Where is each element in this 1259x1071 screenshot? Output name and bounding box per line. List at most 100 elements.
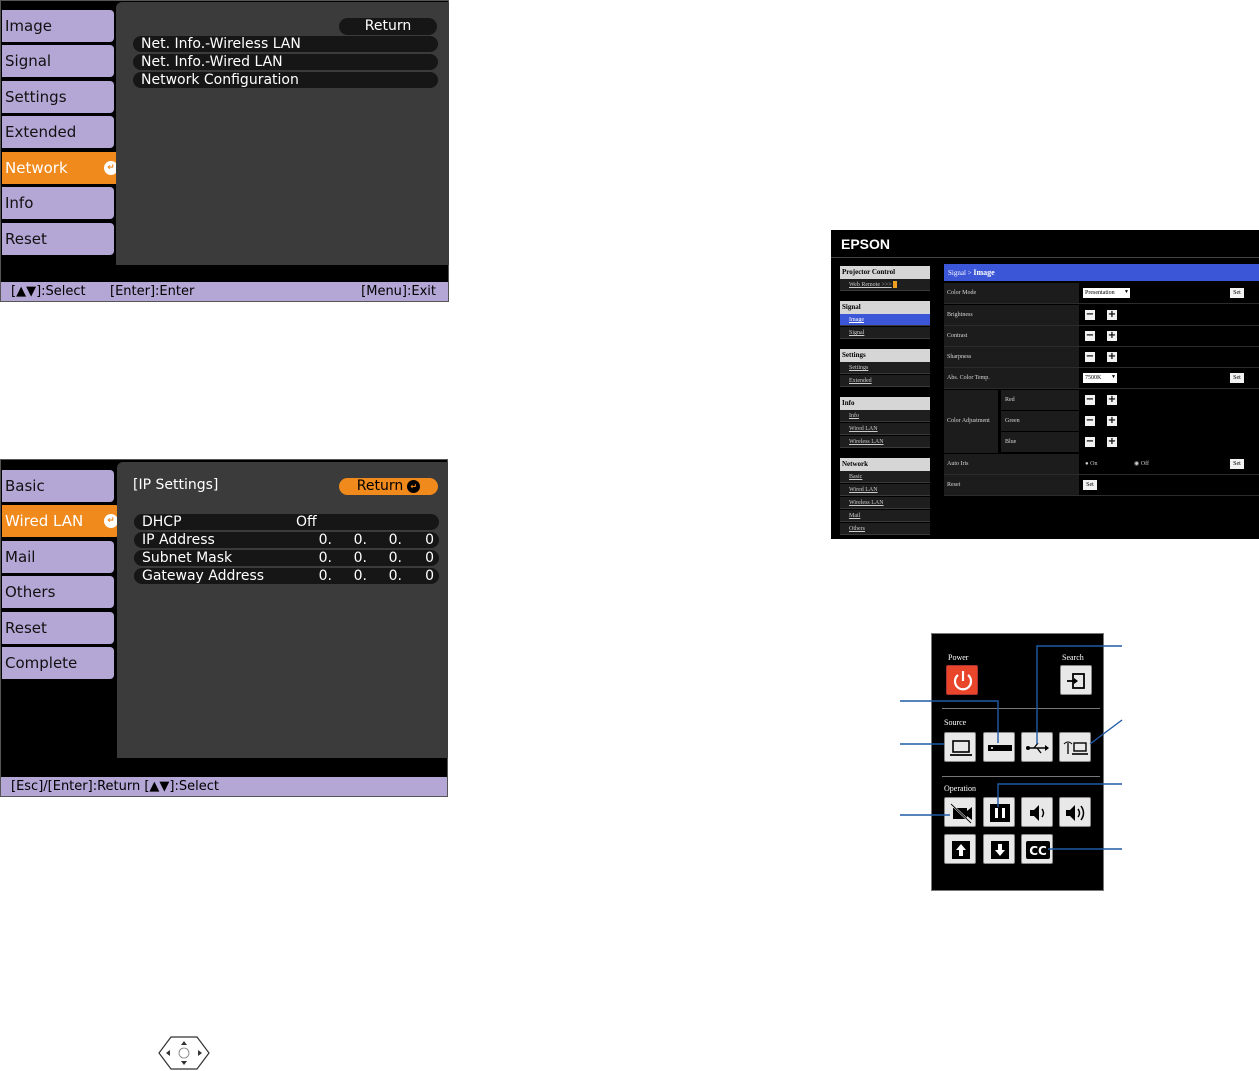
color-temp-label: Abs. Color Temp. bbox=[944, 368, 1079, 388]
page-title: Image bbox=[973, 268, 995, 277]
color-temp-select[interactable]: 7500K ▼ bbox=[1083, 373, 1117, 383]
sharpness-minus-button[interactable]: − bbox=[1085, 352, 1095, 362]
tab-signal[interactable]: Signal bbox=[2, 45, 114, 77]
menu-item-wired-info[interactable]: Net. Info.-Wired LAN bbox=[133, 54, 438, 70]
sidebar-item-wired-lan[interactable]: Wired LAN bbox=[840, 484, 930, 496]
ip-octet-3: 0. bbox=[388, 532, 402, 548]
brightness-minus-button[interactable]: − bbox=[1085, 310, 1095, 320]
sidebar-item-extended[interactable]: Extended bbox=[840, 375, 930, 387]
brightness-plus-button[interactable]: + bbox=[1107, 310, 1117, 320]
chevron-down-icon: ▼ bbox=[1111, 375, 1116, 380]
row-color-mode: Color Mode Presentation ▼ Set bbox=[944, 283, 1259, 304]
green-label: Green bbox=[1001, 411, 1079, 431]
tab-extended[interactable]: Extended bbox=[2, 116, 114, 148]
contrast-minus-button[interactable]: − bbox=[1085, 331, 1095, 341]
color-mode-select[interactable]: Presentation ▼ bbox=[1083, 288, 1130, 298]
ip-octet-4: 0 bbox=[425, 532, 434, 548]
menu-item-network-config[interactable]: Network Configuration bbox=[133, 72, 438, 88]
chevron-down-icon: ▼ bbox=[1124, 290, 1129, 295]
footer-enter-hint: [Enter]:Enter bbox=[110, 284, 195, 299]
ip-settings-menu: Basic Wired LAN ↵ Mail Others Reset Compl… bbox=[0, 459, 448, 797]
sidebar-item-others[interactable]: Others bbox=[840, 523, 930, 535]
color-mode-set-button[interactable]: Set bbox=[1230, 288, 1244, 298]
subnet-mask-label: Subnet Mask bbox=[142, 550, 233, 566]
breadcrumb: Signal > bbox=[948, 269, 972, 277]
gateway-row[interactable]: Gateway Address 0. 0. 0. 0 bbox=[134, 568, 439, 584]
web-control-page: EPSON Projector Control Web Remote >>> S… bbox=[831, 230, 1259, 539]
menu-item-wireless-info[interactable]: Net. Info.-Wireless LAN bbox=[133, 36, 438, 52]
tab-network-label: Network bbox=[5, 159, 68, 177]
row-reset: Reset Set bbox=[944, 475, 1259, 496]
auto-iris-off-radio[interactable]: ◉ Off bbox=[1134, 459, 1149, 469]
brightness-label: Brightness bbox=[944, 305, 1079, 325]
tab-wired-lan[interactable]: Wired LAN ↵ bbox=[2, 505, 122, 537]
network-menu: Image Signal Settings Extended Network ↵ … bbox=[0, 0, 449, 302]
sidebar-item-basic[interactable]: Basic bbox=[840, 471, 930, 483]
red-label: Red bbox=[1001, 390, 1079, 410]
footer-return-hint: [Esc]/[Enter]:Return [▲▼]:Select bbox=[11, 779, 219, 794]
row-contrast: Contrast − + bbox=[944, 326, 1259, 347]
sidebar-heading-projector-control: Projector Control bbox=[840, 266, 930, 279]
return-button[interactable]: Return bbox=[339, 18, 437, 35]
sidebar-item-info-wired-lan[interactable]: Wired LAN bbox=[840, 423, 930, 435]
red-minus-button[interactable]: − bbox=[1085, 395, 1095, 405]
tab-reset[interactable]: Reset bbox=[2, 223, 114, 255]
sidebar-item-info[interactable]: Info bbox=[840, 410, 930, 422]
ip-menu-footer: [Esc]/[Enter]:Return [▲▼]:Select bbox=[1, 777, 447, 796]
return-label: Return bbox=[356, 478, 404, 494]
blue-plus-button[interactable]: + bbox=[1107, 437, 1117, 447]
reset-label: Reset bbox=[944, 475, 1079, 495]
page-header: Signal > Image bbox=[944, 264, 1259, 281]
color-temp-set-button[interactable]: Set bbox=[1230, 373, 1244, 383]
subnet-mask-row[interactable]: Subnet Mask 0. 0. 0. 0 bbox=[134, 550, 439, 566]
tab-complete[interactable]: Complete bbox=[2, 647, 114, 679]
footer-select-hint: [▲▼]:Select bbox=[11, 284, 86, 299]
contrast-plus-button[interactable]: + bbox=[1107, 331, 1117, 341]
sharpness-plus-button[interactable]: + bbox=[1107, 352, 1117, 362]
auto-iris-on-label: On bbox=[1090, 461, 1098, 467]
sidebar-heading-settings: Settings bbox=[840, 349, 930, 362]
tab-image[interactable]: Image bbox=[2, 10, 114, 42]
sidebar-heading-signal: Signal bbox=[840, 301, 930, 314]
reset-set-button[interactable]: Set bbox=[1083, 480, 1097, 490]
tab-mail[interactable]: Mail bbox=[2, 541, 114, 573]
sidebar-item-signal[interactable]: Signal bbox=[840, 327, 930, 339]
tab-info[interactable]: Info bbox=[2, 187, 114, 219]
ip-address-label: IP Address bbox=[142, 532, 215, 548]
tab-basic[interactable]: Basic bbox=[2, 470, 114, 502]
red-plus-button[interactable]: + bbox=[1107, 395, 1117, 405]
sidebar-item-mail[interactable]: Mail bbox=[840, 510, 930, 522]
sidebar-item-web-remote[interactable]: Web Remote >>> bbox=[840, 279, 930, 291]
sidebar-item-settings[interactable]: Settings bbox=[840, 362, 930, 374]
dhcp-value: Off bbox=[296, 514, 317, 530]
tab-settings[interactable]: Settings bbox=[2, 81, 114, 113]
green-plus-button[interactable]: + bbox=[1107, 416, 1117, 426]
network-menu-panel: Return Net. Info.-Wireless LAN Net. Info… bbox=[116, 2, 449, 265]
return-button[interactable]: Return ↵ bbox=[339, 478, 438, 495]
tab-others[interactable]: Others bbox=[2, 576, 114, 608]
auto-iris-on-radio[interactable]: ● On bbox=[1085, 459, 1097, 469]
mask-octet-3: 0. bbox=[388, 550, 402, 566]
sidebar-item-info-wireless-lan[interactable]: Wireless LAN bbox=[840, 436, 930, 448]
tab-reset[interactable]: Reset bbox=[2, 612, 114, 644]
footer-exit-hint: [Menu]:Exit bbox=[361, 284, 436, 299]
remote-icon bbox=[892, 281, 897, 289]
tab-wired-lan-label: Wired LAN bbox=[5, 512, 84, 530]
color-mode-value: Presentation bbox=[1085, 290, 1115, 296]
tab-network[interactable]: Network ↵ bbox=[2, 152, 122, 184]
ip-address-row[interactable]: IP Address 0. 0. 0. 0 bbox=[134, 532, 439, 548]
sidebar-item-wireless-lan[interactable]: Wireless LAN bbox=[840, 497, 930, 509]
color-mode-label: Color Mode bbox=[944, 283, 1079, 303]
enter-icon: ↵ bbox=[104, 514, 118, 528]
row-brightness: Brightness − + bbox=[944, 305, 1259, 326]
dhcp-row[interactable]: DHCP Off bbox=[134, 514, 439, 530]
gw-octet-3: 0. bbox=[388, 568, 402, 584]
mask-octet-4: 0 bbox=[425, 550, 434, 566]
sidebar-item-image[interactable]: Image bbox=[840, 314, 930, 326]
gw-octet-2: 0. bbox=[353, 568, 367, 584]
green-minus-button[interactable]: − bbox=[1085, 416, 1095, 426]
blue-minus-button[interactable]: − bbox=[1085, 437, 1095, 447]
row-sharpness: Sharpness − + bbox=[944, 347, 1259, 368]
auto-iris-set-button[interactable]: Set bbox=[1230, 459, 1244, 469]
ip-octet-2: 0. bbox=[353, 532, 367, 548]
